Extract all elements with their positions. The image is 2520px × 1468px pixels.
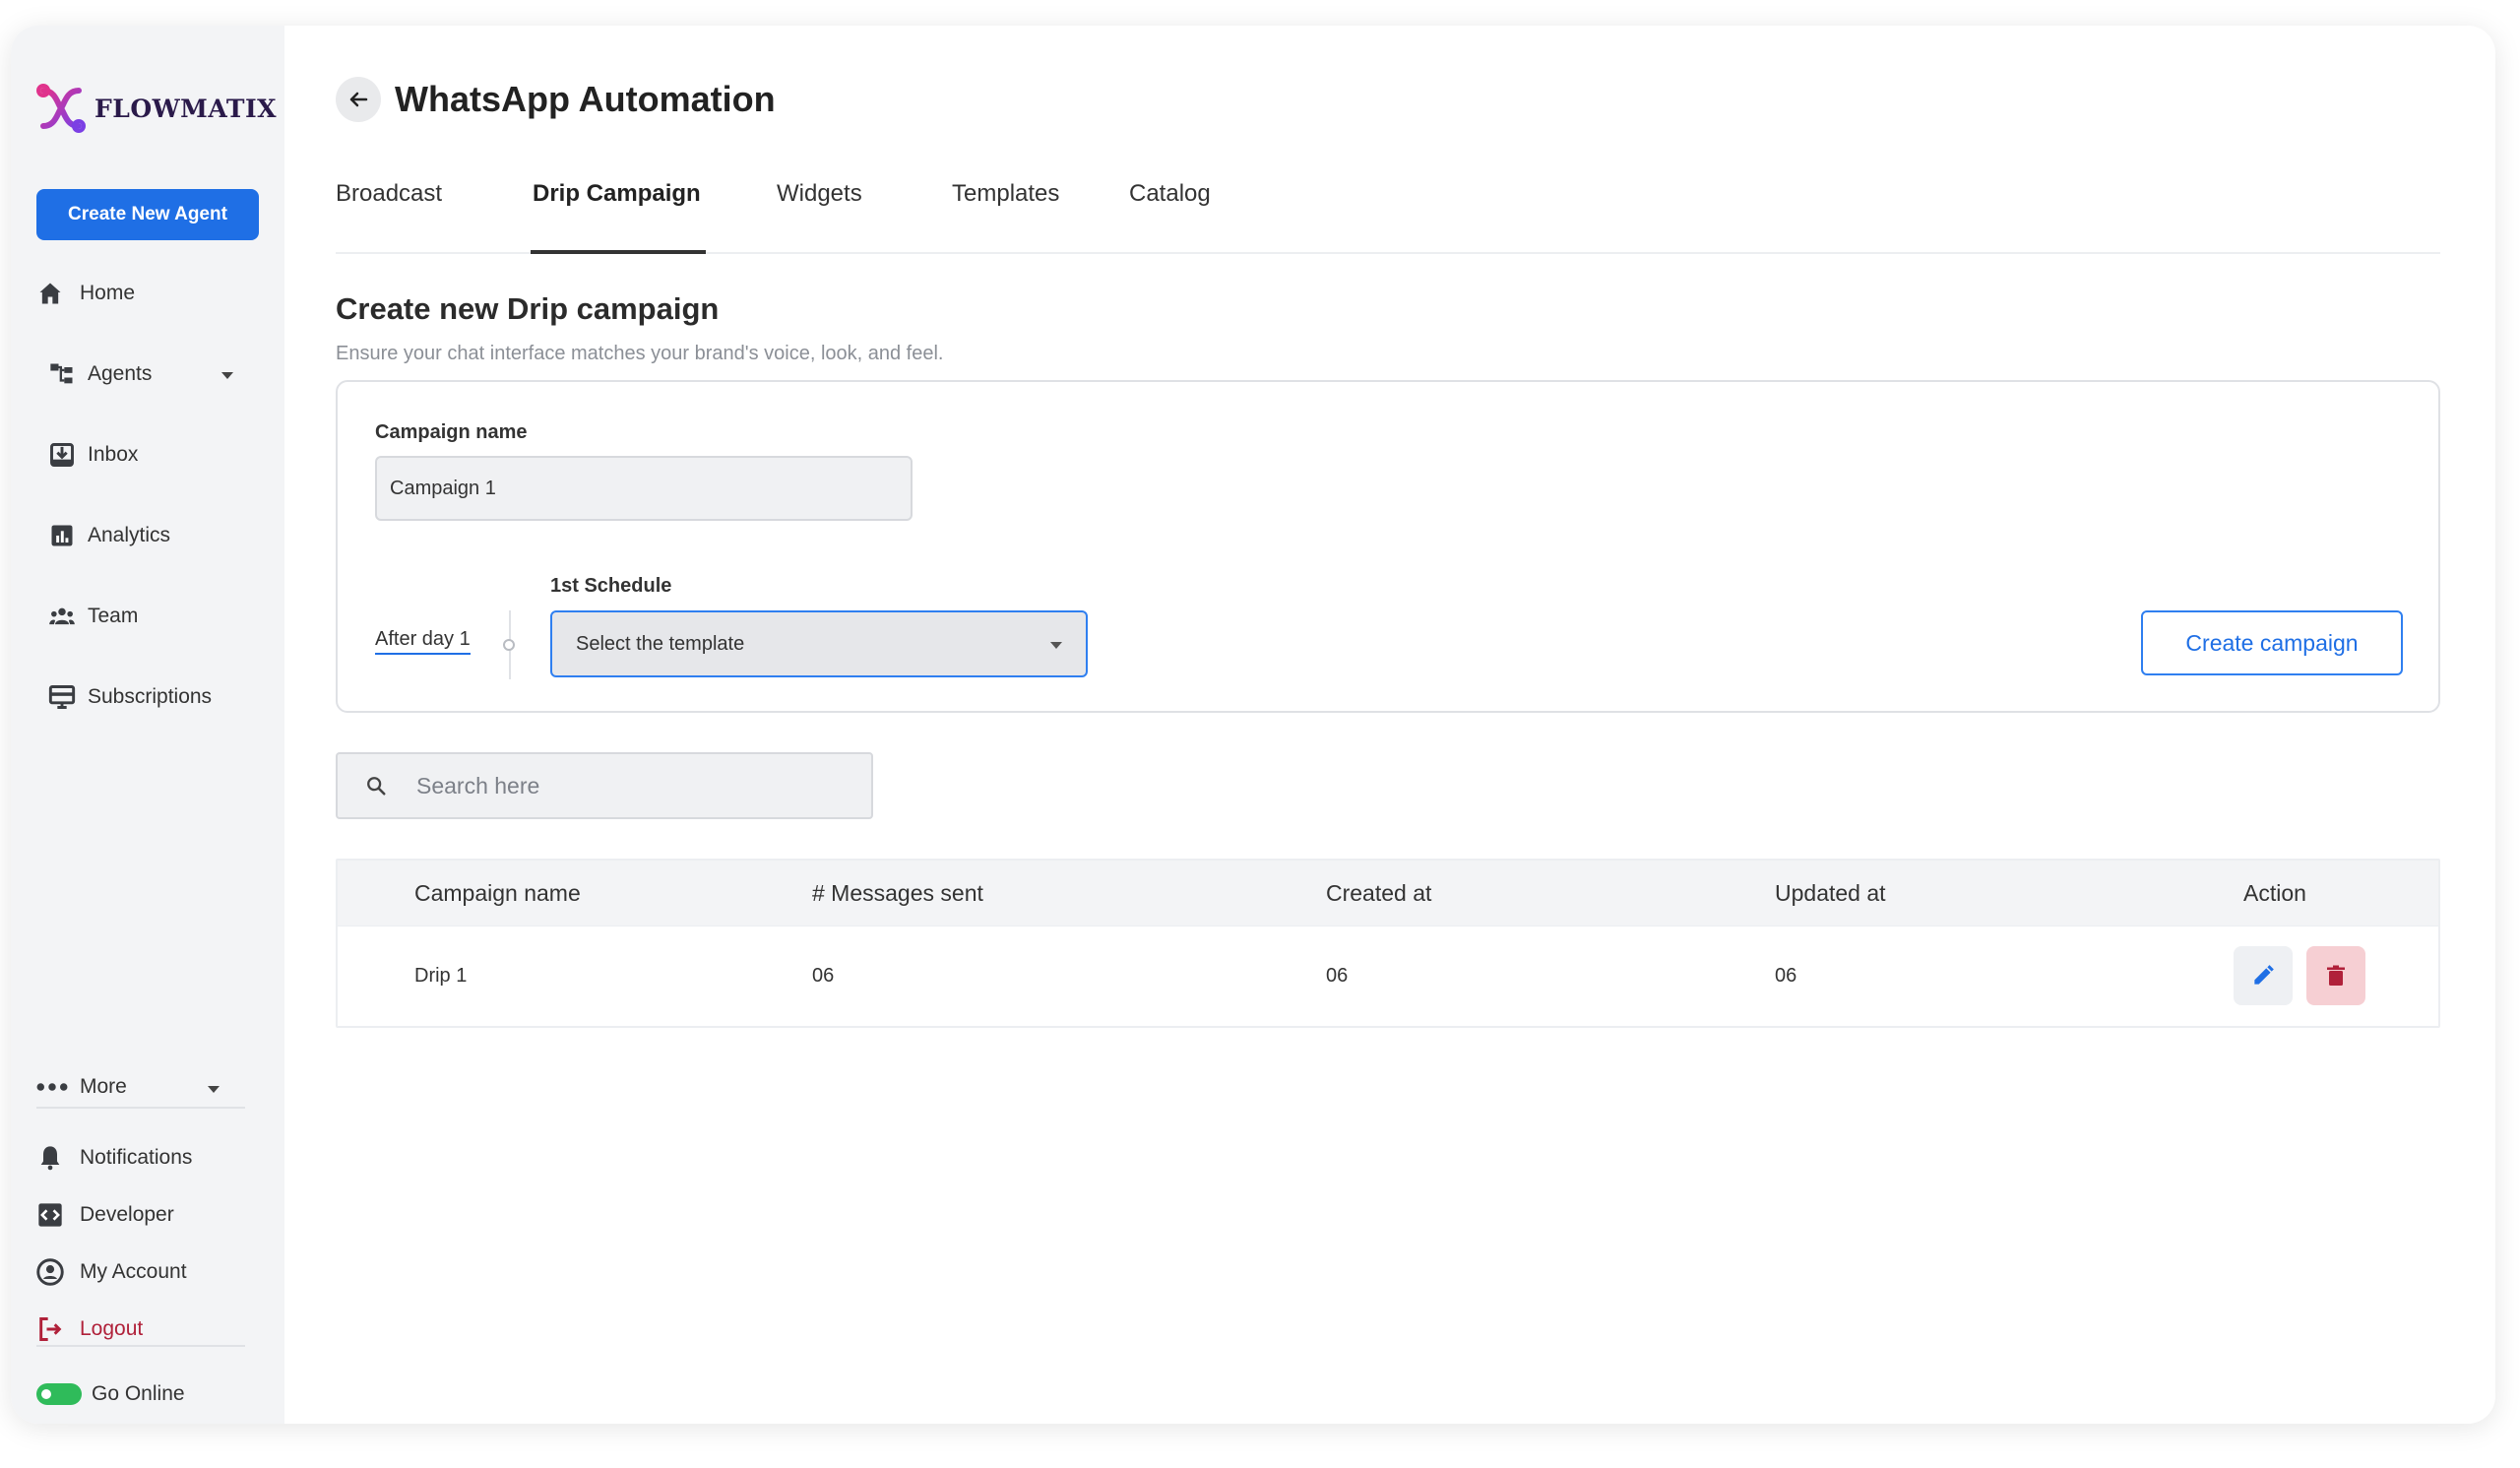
edit-button[interactable] — [2234, 946, 2293, 1005]
tab-templates[interactable]: Templates — [952, 171, 1059, 254]
campaign-form-card: Campaign name 1st Schedule After day 1 S… — [336, 380, 2440, 713]
tab-widgets[interactable]: Widgets — [777, 171, 862, 254]
chevron-down-icon — [1050, 642, 1062, 649]
delete-button[interactable] — [2306, 946, 2365, 1005]
create-campaign-button[interactable]: Create campaign — [2141, 610, 2403, 675]
tab-catalog[interactable]: Catalog — [1129, 171, 1211, 254]
campaign-table: Campaign name # Messages sent Created at… — [336, 859, 2440, 1028]
template-select[interactable]: Select the template — [550, 610, 1088, 677]
campaign-name-input[interactable] — [375, 456, 913, 521]
search-icon — [367, 777, 386, 796]
table-row[interactable]: Drip 1 06 06 06 — [338, 925, 2438, 1026]
back-button[interactable] — [336, 77, 381, 122]
schedule-dot — [503, 639, 515, 651]
template-select-value: Select the template — [576, 632, 745, 655]
app-window: FLOWMATIX Create New Agent Home Agents I… — [11, 26, 2495, 1424]
tab-bar: Broadcast Drip Campaign Widgets Template… — [336, 171, 2440, 254]
cell-created-at: 06 — [1326, 965, 1349, 987]
pencil-icon — [2254, 965, 2274, 985]
column-header-updated-at[interactable]: Updated at — [1775, 861, 1886, 925]
cell-messages-sent: 06 — [812, 965, 835, 987]
section-subtitle: Ensure your chat interface matches your … — [336, 343, 944, 364]
table-header: Campaign name # Messages sent Created at… — [338, 861, 2438, 925]
search-input[interactable] — [416, 772, 850, 799]
trash-icon — [2327, 965, 2345, 986]
cell-campaign-name: Drip 1 — [414, 965, 468, 987]
column-header-action: Action — [2243, 879, 2306, 906]
main-content: WhatsApp Automation Broadcast Drip Campa… — [11, 26, 2495, 1424]
after-day-link[interactable]: After day 1 — [375, 628, 471, 655]
section-title: Create new Drip campaign — [336, 291, 720, 326]
search-box[interactable] — [336, 752, 873, 819]
tab-drip-campaign[interactable]: Drip Campaign — [533, 171, 701, 254]
tab-broadcast[interactable]: Broadcast — [336, 171, 442, 254]
schedule-label: 1st Schedule — [550, 575, 672, 597]
column-header-messages-sent[interactable]: # Messages sent — [812, 861, 983, 925]
column-header-created-at[interactable]: Created at — [1326, 861, 1431, 925]
column-header-campaign-name[interactable]: Campaign name — [414, 861, 581, 925]
campaign-name-label: Campaign name — [375, 421, 528, 443]
active-tab-indicator — [531, 250, 706, 254]
cell-updated-at: 06 — [1775, 965, 1797, 987]
arrow-left-icon — [349, 92, 368, 107]
page-title: WhatsApp Automation — [395, 79, 776, 119]
